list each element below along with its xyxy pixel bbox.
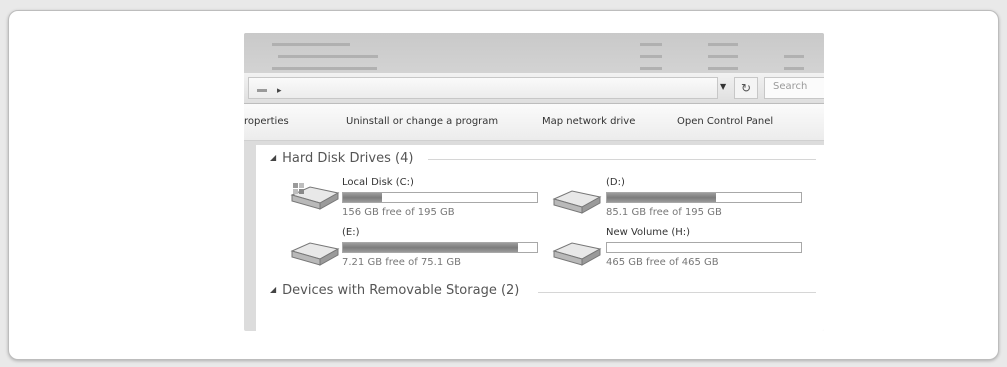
search-placeholder: Search xyxy=(773,81,808,92)
drive-free-space: 7.21 GB free of 75.1 GB xyxy=(342,257,461,268)
blurred-previous-window xyxy=(244,33,824,73)
drives-pane: ◢ Hard Disk Drives (4) Local Disk (C:) 15… xyxy=(256,145,824,331)
address-bar[interactable]: ▸ xyxy=(248,77,718,99)
group-title: Devices with Removable Storage (2) xyxy=(282,283,520,298)
drive-free-space: 156 GB free of 195 GB xyxy=(342,207,455,218)
group-divider xyxy=(428,159,816,160)
drive-usage-bar xyxy=(606,192,802,203)
uninstall-program-button[interactable]: Uninstall or change a program xyxy=(346,116,498,127)
address-bar-area: ▸ ▼ ↻ Search xyxy=(244,73,824,104)
collapse-triangle-icon[interactable]: ◢ xyxy=(270,285,276,294)
drive-usage-fill xyxy=(607,193,716,202)
group-title: Hard Disk Drives (4) xyxy=(282,151,414,166)
drive-free-space: 465 GB free of 465 GB xyxy=(606,257,719,268)
address-dropdown-icon[interactable]: ▼ xyxy=(720,82,726,91)
hard-drive-icon xyxy=(552,242,602,266)
system-properties-button[interactable]: roperties xyxy=(244,116,289,127)
refresh-icon[interactable]: ↻ xyxy=(734,77,758,99)
collapse-triangle-icon[interactable]: ◢ xyxy=(270,153,276,162)
map-network-drive-button[interactable]: Map network drive xyxy=(542,116,635,127)
explorer-window: ▸ ▼ ↻ Search roperties Uninstall or chan… xyxy=(244,33,824,331)
group-header-removable-storage[interactable]: ◢ Devices with Removable Storage (2) xyxy=(270,283,519,298)
group-divider xyxy=(538,292,816,293)
breadcrumb-fragment xyxy=(257,89,267,92)
drive-usage-fill xyxy=(343,243,518,252)
drive-name: (D:) xyxy=(606,177,625,188)
search-input[interactable]: Search xyxy=(764,77,824,99)
open-control-panel-button[interactable]: Open Control Panel xyxy=(677,116,773,127)
hard-drive-windows-icon xyxy=(290,183,340,210)
drive-name: Local Disk (C:) xyxy=(342,177,414,188)
drive-name: New Volume (H:) xyxy=(606,227,691,238)
hard-drive-icon xyxy=(290,242,340,266)
drive-usage-fill xyxy=(343,193,382,202)
breadcrumb-chevron-icon[interactable]: ▸ xyxy=(277,86,282,96)
drive-free-space: 85.1 GB free of 195 GB xyxy=(606,207,722,218)
drive-usage-bar xyxy=(606,242,802,253)
command-bar: roperties Uninstall or change a program … xyxy=(244,104,824,141)
drive-usage-bar xyxy=(342,242,538,253)
drive-name: (E:) xyxy=(342,227,360,238)
drive-usage-bar xyxy=(342,192,538,203)
hard-drive-icon xyxy=(552,190,602,214)
group-header-hard-disk-drives[interactable]: ◢ Hard Disk Drives (4) xyxy=(270,151,413,166)
